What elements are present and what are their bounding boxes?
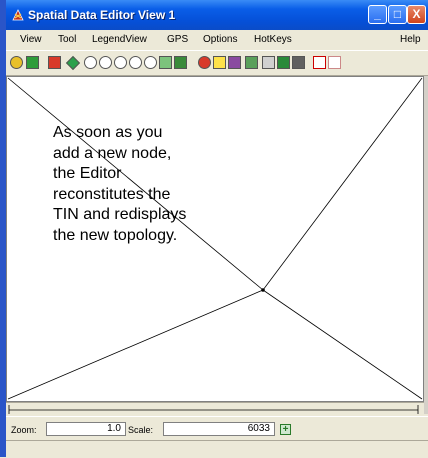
spatial-data-editor-window: Spatial Data Editor View 1 _ □ X View To… [6, 0, 428, 458]
title-bar[interactable]: Spatial Data Editor View 1 _ □ X [6, 0, 428, 30]
annotation-line: add a new node, [53, 144, 172, 162]
color-palette-icon[interactable] [228, 56, 241, 69]
cut-icon[interactable] [262, 56, 275, 69]
zoom-out-icon[interactable] [114, 56, 127, 69]
zoom-box-icon[interactable] [129, 56, 142, 69]
zoom-label: Zoom: [11, 425, 37, 435]
pointer-icon[interactable] [213, 56, 226, 69]
scroll-track [8, 405, 419, 414]
minimize-button[interactable]: _ [368, 5, 387, 24]
menu-view[interactable]: View [20, 34, 42, 45]
full-extent-icon[interactable] [159, 56, 172, 69]
window-icon[interactable] [26, 56, 39, 69]
annotation-line: TIN and redisplays [53, 206, 187, 223]
annotation-line: As soon as you [53, 124, 163, 141]
find-icon[interactable] [198, 56, 211, 69]
help-icon[interactable] [10, 56, 23, 69]
scale-field[interactable]: 6033 [163, 422, 275, 436]
horizontal-scrollbar[interactable] [6, 402, 424, 415]
menu-bar: View Tool LegendView GPS Options HotKeys… [6, 30, 428, 50]
annotation-text: As soon as you add a new node, the Edito… [53, 123, 186, 246]
menu-tool[interactable]: Tool [58, 34, 76, 45]
bottom-strip [6, 440, 428, 458]
annotation-line: the new topology. [53, 226, 178, 244]
zoom-field[interactable]: 1.0 [46, 422, 126, 436]
redo-icon[interactable] [328, 56, 341, 69]
scale-label: Scale: [128, 425, 154, 435]
layer-manager-icon[interactable] [277, 56, 290, 69]
toolbar [6, 50, 428, 76]
vertical-scrollbar[interactable] [424, 76, 428, 414]
menu-gps[interactable]: GPS [167, 34, 188, 45]
add-layer-icon[interactable] [48, 56, 61, 69]
menu-hotkeys[interactable]: HotKeys [254, 34, 292, 45]
window-title: Spatial Data Editor View 1 [28, 8, 176, 22]
undo-icon[interactable] [313, 56, 326, 69]
status-bar: Zoom: 1.0 Scale: 6033 + [6, 416, 428, 439]
maximize-button[interactable]: □ [388, 5, 407, 24]
menu-options[interactable]: Options [203, 34, 237, 45]
edit-table-icon[interactable] [245, 56, 258, 69]
zoom-in-icon[interactable] [99, 56, 112, 69]
plus-icon[interactable]: + [280, 424, 291, 435]
menu-help[interactable]: Help [400, 34, 421, 45]
app-icon [12, 9, 24, 21]
zoom-fit-icon[interactable] [84, 56, 97, 69]
select-arrow-icon[interactable] [174, 56, 187, 69]
new-node [261, 288, 265, 292]
menu-legendview[interactable]: LegendView [92, 34, 147, 45]
close-button[interactable]: X [407, 5, 426, 24]
zoom-previous-icon[interactable] [144, 56, 157, 69]
annotation-line: the Editor [53, 165, 122, 182]
delete-icon[interactable] [292, 56, 305, 69]
annotation-line: reconstitutes the [53, 185, 171, 203]
draw-icon[interactable] [65, 55, 81, 71]
